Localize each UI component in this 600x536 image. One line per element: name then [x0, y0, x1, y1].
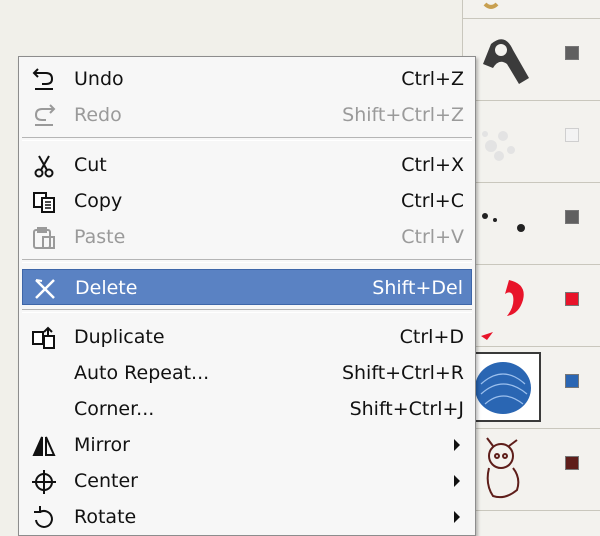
mirror-icon: [32, 434, 56, 458]
menu-item-auto-repeat[interactable]: Auto Repeat... Shift+Ctrl+R: [22, 355, 472, 391]
object-row[interactable]: [463, 18, 600, 101]
menu-item-mirror[interactable]: Mirror: [22, 427, 472, 463]
menu-item-undo[interactable]: Undo Ctrl+Z: [22, 61, 472, 97]
menu-item-shortcut: Ctrl+V: [401, 226, 464, 248]
menu-item-label: Paste: [74, 226, 126, 248]
menu-item-label: Corner...: [74, 398, 155, 420]
menu-item-copy[interactable]: Copy Ctrl+C: [22, 183, 472, 219]
menu-item-paste[interactable]: Paste Ctrl+V: [22, 219, 472, 255]
redo-icon: [32, 104, 56, 128]
object-color-swatch[interactable]: [565, 292, 579, 306]
delete-x-icon: [33, 277, 57, 301]
object-thumbnail: [471, 188, 541, 258]
object-color-swatch[interactable]: [565, 128, 579, 142]
menu-item-shortcut: Ctrl+X: [401, 154, 464, 176]
menu-item-label: Redo: [74, 104, 122, 126]
undo-icon: [32, 68, 56, 92]
center-crosshair-icon: [32, 470, 56, 494]
menu-item-label: Delete: [75, 277, 138, 299]
object-color-swatch[interactable]: [565, 46, 579, 60]
menu-item-shortcut: Ctrl+Z: [401, 68, 464, 90]
menu-separator: [22, 259, 472, 263]
menu-item-label: Rotate: [74, 506, 137, 528]
object-row[interactable]: [463, 182, 600, 265]
object-color-swatch[interactable]: [565, 456, 579, 470]
object-list-panel: [463, 0, 600, 536]
rotate-icon: [32, 506, 56, 530]
object-thumbnail: [471, 434, 541, 504]
menu-item-label: Undo: [74, 68, 124, 90]
menu-item-center[interactable]: Center: [22, 463, 472, 499]
copy-icon: [32, 190, 56, 214]
menu-item-shortcut: Shift+Ctrl+J: [349, 398, 464, 420]
menu-item-cut[interactable]: Cut Ctrl+X: [22, 147, 472, 183]
menu-item-label: Mirror: [74, 434, 130, 456]
context-menu: Undo Ctrl+Z Redo Shift+Ctrl+Z Cut Ctrl+X…: [18, 56, 476, 536]
menu-separator: [22, 137, 472, 141]
object-thumbnail: [471, 24, 541, 94]
menu-item-label: Duplicate: [74, 326, 165, 348]
menu-item-label: Auto Repeat...: [74, 362, 210, 384]
object-row[interactable]: [463, 100, 600, 183]
menu-item-shortcut: Ctrl+C: [401, 190, 464, 212]
menu-item-shortcut: Ctrl+D: [399, 326, 464, 348]
menu-item-label: Cut: [74, 154, 107, 176]
object-thumbnail: [471, 106, 541, 176]
object-thumbnail-selected: [471, 352, 541, 422]
object-row[interactable]: [463, 346, 600, 429]
menu-item-shortcut: Shift+Del: [372, 277, 463, 299]
menu-item-redo[interactable]: Redo Shift+Ctrl+Z: [22, 97, 472, 133]
menu-item-corner[interactable]: Corner... Shift+Ctrl+J: [22, 391, 472, 427]
paste-icon: [32, 226, 56, 250]
menu-separator: [22, 309, 472, 313]
object-color-swatch[interactable]: [565, 210, 579, 224]
object-row[interactable]: [463, 264, 600, 347]
submenu-arrow-icon: [454, 439, 460, 451]
menu-item-label: Center: [74, 470, 138, 492]
submenu-arrow-icon: [454, 475, 460, 487]
object-thumbnail: [471, 0, 541, 12]
menu-item-duplicate[interactable]: Duplicate Ctrl+D: [22, 319, 472, 355]
object-thumbnail: [471, 270, 541, 340]
scissors-icon: [32, 154, 56, 178]
menu-item-shortcut: Shift+Ctrl+R: [341, 362, 464, 384]
duplicate-icon: [32, 326, 56, 350]
menu-item-delete[interactable]: Delete Shift+Del: [22, 269, 472, 305]
object-row[interactable]: [463, 0, 600, 19]
submenu-arrow-icon: [454, 511, 460, 523]
menu-item-label: Copy: [74, 190, 123, 212]
menu-item-rotate[interactable]: Rotate: [22, 499, 472, 535]
object-row[interactable]: [463, 428, 600, 511]
object-color-swatch[interactable]: [565, 374, 579, 388]
menu-item-shortcut: Shift+Ctrl+Z: [342, 104, 464, 126]
